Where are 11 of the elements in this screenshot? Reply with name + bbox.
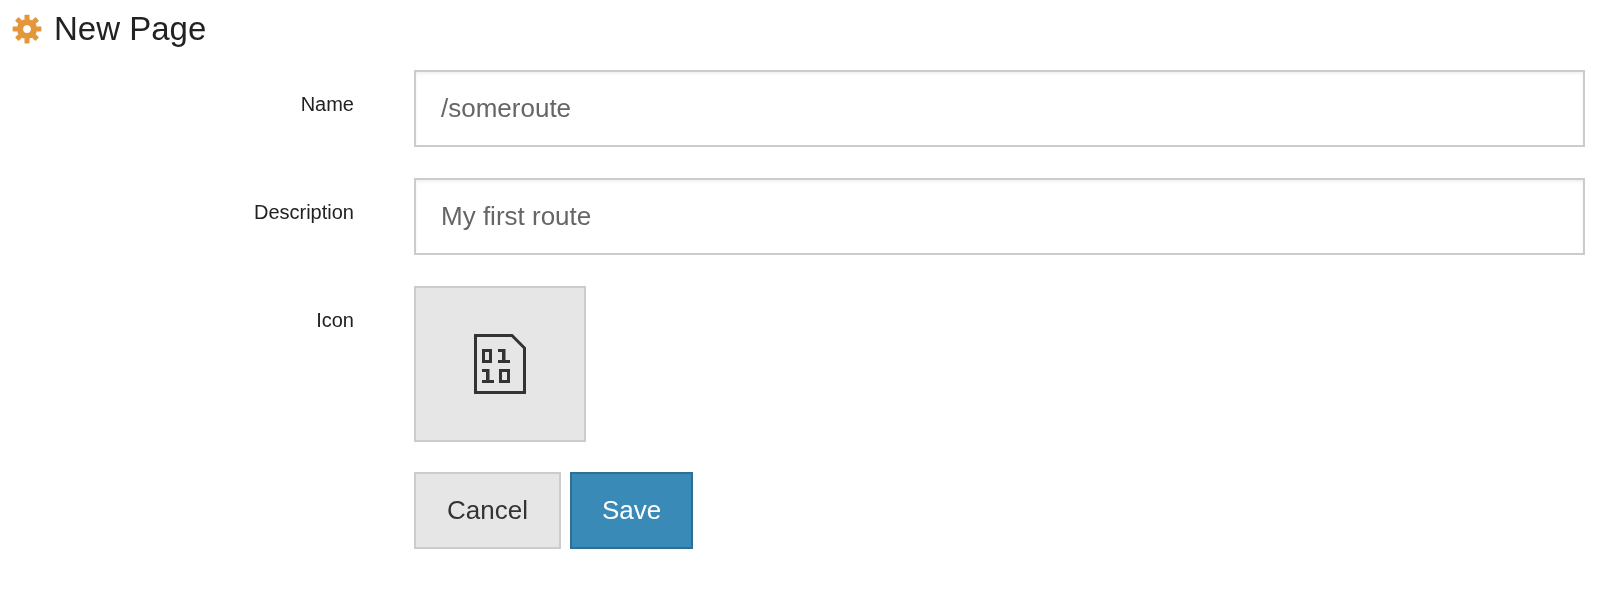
text-field[interactable]: My first route — [414, 178, 1585, 255]
icon-picker[interactable] — [414, 286, 586, 442]
page-title: New Page — [54, 9, 207, 49]
text-field[interactable]: /someroute — [414, 70, 1585, 147]
binary-file-icon — [474, 334, 526, 394]
cancel-button[interactable]: Cancel — [414, 472, 561, 549]
field-label: Description — [252, 200, 354, 225]
field-label: Icon — [315, 308, 354, 333]
settings-icon — [12, 14, 42, 44]
field-label: Name — [299, 92, 354, 117]
save-button[interactable]: Save — [569, 472, 694, 549]
